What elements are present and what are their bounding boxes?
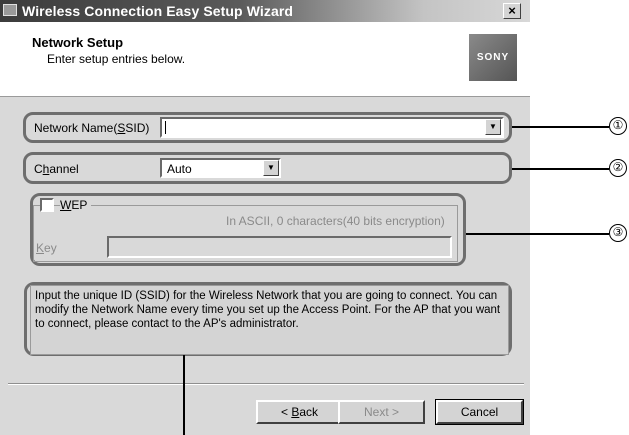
callout-line-1 — [512, 126, 609, 128]
channel-label: Channel — [34, 162, 79, 176]
page-title: Network Setup — [32, 35, 124, 50]
sony-logo: SONY — [469, 34, 517, 81]
window-title: Wireless Connection Easy Setup Wizard — [22, 3, 294, 19]
cancel-button[interactable]: Cancel — [435, 399, 524, 425]
close-button[interactable]: × — [503, 3, 521, 19]
app-icon — [3, 4, 17, 16]
ssid-label: Network Name(SSID) — [34, 121, 150, 135]
wizard-header: Network Setup Enter setup entries below.… — [0, 22, 530, 97]
info-text: Input the unique ID (SSID) for the Wirel… — [30, 285, 509, 355]
callout-1: ① — [609, 117, 627, 135]
key-label: Key — [36, 241, 57, 255]
callout-2: ② — [609, 159, 627, 177]
wep-checkbox[interactable] — [40, 198, 54, 212]
wep-label: WEP — [60, 198, 92, 212]
back-button[interactable]: < Back — [256, 400, 343, 424]
next-button[interactable]: Next > — [338, 400, 425, 424]
chevron-down-icon[interactable]: ▼ — [263, 160, 279, 176]
chevron-down-icon[interactable]: ▼ — [485, 119, 501, 135]
callout-line-3 — [466, 233, 609, 235]
callout-line-4 — [183, 355, 185, 435]
ssid-combobox[interactable] — [160, 117, 504, 138]
text-caret — [165, 121, 166, 134]
channel-value: Auto — [167, 162, 192, 176]
button-separator — [8, 383, 524, 385]
callout-3: ③ — [609, 224, 627, 242]
callout-line-2 — [512, 168, 609, 170]
encryption-note: In ASCII, 0 characters(40 bits encryptio… — [226, 214, 445, 228]
page-subtitle: Enter setup entries below. — [47, 52, 186, 66]
key-input[interactable] — [107, 236, 452, 258]
title-bar: Wireless Connection Easy Setup Wizard × — [0, 0, 530, 22]
wizard-dialog: Wireless Connection Easy Setup Wizard × … — [0, 0, 530, 435]
